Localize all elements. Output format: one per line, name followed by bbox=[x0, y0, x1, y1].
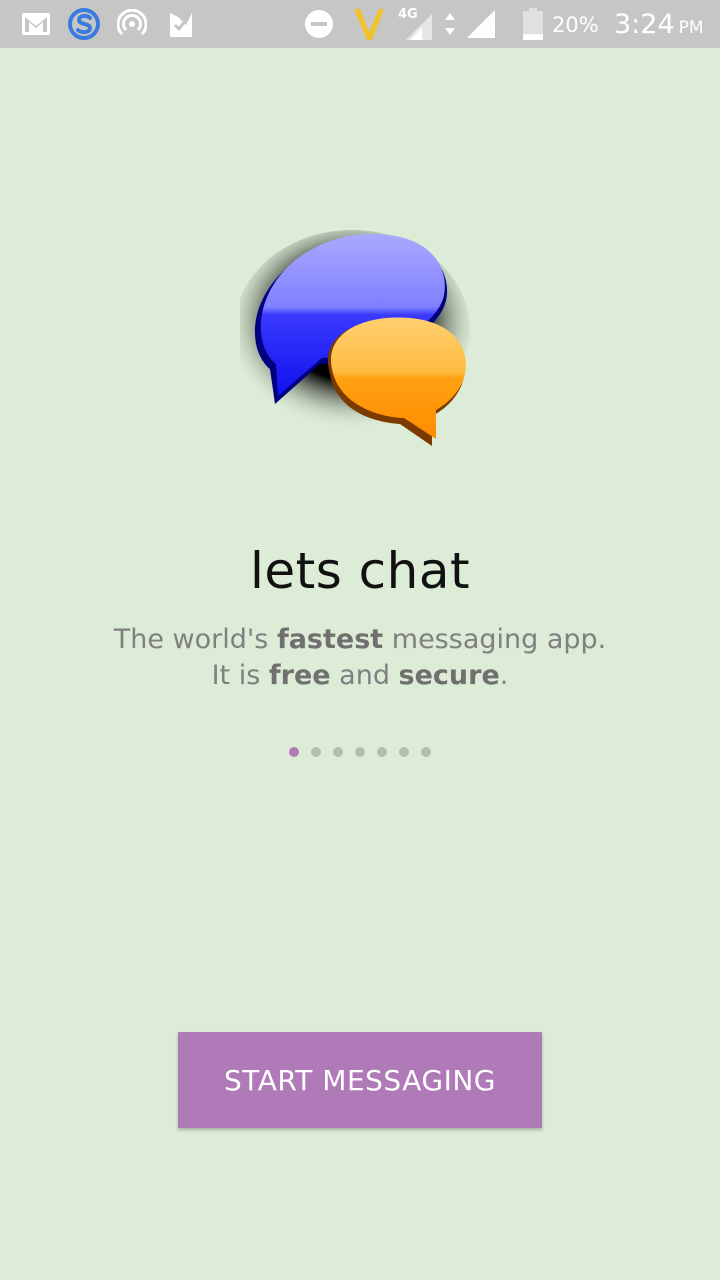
hotspot-icon bbox=[116, 6, 148, 42]
page-dot bbox=[377, 747, 387, 757]
page-dot bbox=[333, 747, 343, 757]
gmail-icon bbox=[20, 6, 52, 42]
data-arrows-icon bbox=[442, 6, 458, 42]
tagline-line-2: It is free and secure. bbox=[0, 660, 720, 691]
start-messaging-button[interactable]: START MESSAGING bbox=[178, 1032, 542, 1128]
skype-icon bbox=[66, 6, 102, 42]
tagline-2-pre: It is bbox=[211, 660, 269, 691]
app-title: lets chat bbox=[249, 542, 471, 600]
page-dot bbox=[289, 747, 299, 757]
tagline-line-1: The world's fastest messaging app. bbox=[0, 624, 720, 655]
page-dot bbox=[311, 747, 321, 757]
check-app-icon bbox=[166, 6, 196, 42]
do-not-disturb-icon bbox=[304, 6, 334, 42]
status-bar: 4G 20% 3:24 PM bbox=[0, 0, 720, 48]
clock-time: 3:24 bbox=[614, 9, 675, 40]
tagline-2-bold-secure: secure bbox=[398, 660, 500, 691]
page-dot bbox=[355, 747, 365, 757]
tagline-1-post: messaging app. bbox=[383, 624, 607, 655]
network-type-label: 4G bbox=[398, 7, 418, 22]
clock: 3:24 PM bbox=[614, 0, 704, 48]
page-dot bbox=[399, 747, 409, 757]
battery-icon bbox=[520, 6, 546, 42]
signal-icon bbox=[464, 6, 498, 42]
tagline-2-post: . bbox=[499, 660, 509, 691]
tagline-1-pre: The world's bbox=[113, 624, 277, 655]
page-indicator bbox=[0, 747, 720, 759]
battery-percent: 20% bbox=[552, 13, 599, 37]
tagline-2-mid: and bbox=[330, 660, 399, 691]
chat-bubbles-logo bbox=[234, 224, 480, 464]
page-dot bbox=[421, 747, 431, 757]
tagline-2-bold-free: free bbox=[268, 660, 331, 691]
clock-ampm: PM bbox=[678, 18, 704, 38]
vodafone-v-icon bbox=[352, 6, 386, 42]
tagline-1-bold: fastest bbox=[276, 624, 384, 655]
